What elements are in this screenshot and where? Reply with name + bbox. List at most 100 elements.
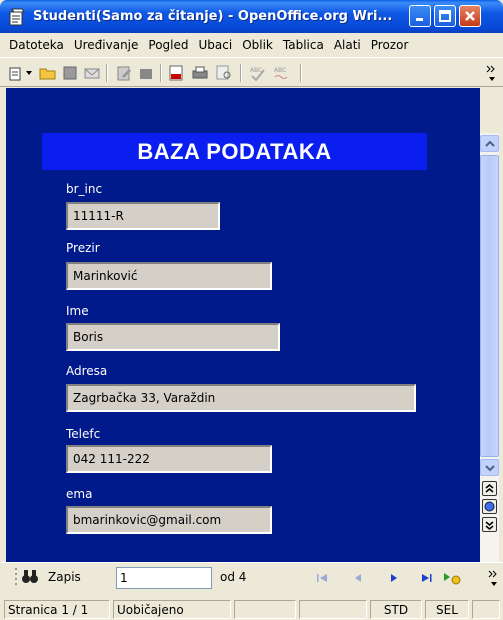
- svg-text:ABC: ABC: [274, 67, 286, 74]
- record-number-input[interactable]: 1: [116, 567, 212, 589]
- form-nav-overflow-button[interactable]: [486, 570, 502, 586]
- standard-toolbar: ABC ABC: [0, 57, 503, 87]
- scroll-down-button[interactable]: [480, 459, 499, 476]
- status-page-style[interactable]: Uobičajeno: [113, 600, 231, 619]
- menu-bar: Datoteka Uređivanje Pogled Ubaci Oblik T…: [0, 33, 503, 57]
- document-page-top: [6, 88, 480, 130]
- field-label-ime: Ime: [66, 304, 89, 318]
- print-button[interactable]: [190, 63, 210, 83]
- status-page[interactable]: Stranica 1 / 1: [4, 600, 110, 619]
- chevron-down-icon: [26, 71, 32, 75]
- record-label: Zapis: [48, 570, 81, 584]
- save-icon: [63, 66, 77, 80]
- maximize-icon: [439, 10, 451, 22]
- scrollbar-thumb[interactable]: [480, 155, 499, 457]
- navigation-circle-icon: [484, 501, 495, 512]
- status-modified[interactable]: [472, 600, 500, 619]
- double-down-arrow-icon: [485, 520, 494, 530]
- new-dropdown-arrow[interactable]: [24, 63, 34, 83]
- grip-icon: [15, 568, 17, 585]
- email-button[interactable]: [82, 63, 102, 83]
- next-record-button[interactable]: [386, 570, 402, 586]
- vertical-scrollbar[interactable]: [480, 133, 499, 588]
- status-bar: Stranica 1 / 1 Uobičajeno STD SEL: [0, 598, 503, 620]
- telefon-field[interactable]: 042 111-222: [66, 445, 272, 473]
- edit-file-button[interactable]: [114, 63, 134, 83]
- new-record-button[interactable]: [442, 570, 462, 586]
- page-preview-icon: [216, 65, 231, 80]
- record-count: od 4: [220, 570, 247, 584]
- menu-uredivanje[interactable]: Uređivanje: [69, 38, 144, 52]
- form-heading: BAZA PODATAKA: [137, 138, 332, 164]
- menu-alati[interactable]: Alati: [329, 38, 366, 52]
- database-button[interactable]: [136, 63, 156, 83]
- binoculars-icon: [22, 570, 38, 583]
- toolbar-separator: [300, 64, 302, 82]
- form-heading-box: BAZA PODATAKA: [42, 133, 427, 170]
- field-label-email: ema: [66, 487, 93, 501]
- overflow-chevron-icon: [488, 570, 497, 586]
- page-preview-button[interactable]: [214, 63, 234, 83]
- find-record-button[interactable]: [20, 566, 40, 586]
- field-label-br-indeksa: br_inc: [66, 182, 103, 196]
- autospellcheck-icon: ABC: [274, 67, 288, 79]
- menu-oblik[interactable]: Oblik: [237, 38, 278, 52]
- first-record-button[interactable]: [314, 570, 330, 586]
- new-document-icon: [9, 67, 21, 81]
- status-selection-type[interactable]: SEL: [425, 600, 469, 619]
- next-record-icon: [391, 574, 397, 582]
- toolbar-separator: [240, 64, 242, 82]
- save-button[interactable]: [60, 63, 80, 83]
- spellcheck-button[interactable]: ABC: [248, 63, 268, 83]
- status-insert-mode[interactable]: [299, 600, 367, 619]
- close-icon: [465, 11, 475, 21]
- navigator-button[interactable]: [482, 499, 497, 514]
- adresa-field[interactable]: Zagrbačka 33, Varaždin: [66, 384, 416, 412]
- previous-page-button[interactable]: [482, 481, 497, 496]
- email-field[interactable]: bmarinkovic@gmail.com: [66, 506, 272, 534]
- menu-pogled[interactable]: Pogled: [143, 38, 193, 52]
- new-document-button[interactable]: [6, 63, 26, 83]
- prezime-field[interactable]: Marinković: [66, 262, 272, 290]
- menu-tablica[interactable]: Tablica: [278, 38, 329, 52]
- status-selection-mode[interactable]: STD: [370, 600, 422, 619]
- field-label-adresa: Adresa: [66, 364, 108, 378]
- toolbar-separator: [160, 64, 162, 82]
- first-record-icon: [317, 574, 327, 582]
- last-record-icon: [422, 574, 432, 582]
- export-pdf-button[interactable]: [166, 63, 186, 83]
- database-icon: [140, 69, 152, 79]
- double-up-arrow-icon: [485, 483, 494, 493]
- toolbar-overflow-button[interactable]: [484, 63, 500, 83]
- open-button[interactable]: [38, 63, 58, 83]
- pdf-icon: [169, 65, 183, 81]
- envelope-icon: [84, 68, 100, 79]
- previous-record-button[interactable]: [350, 570, 366, 586]
- menu-datoteka[interactable]: Datoteka: [4, 38, 69, 52]
- form-navigation-bar: Zapis 1 od 4: [0, 562, 503, 590]
- ime-field[interactable]: Boris: [66, 323, 280, 351]
- chevron-down-icon: [484, 464, 495, 471]
- window-title: Studenti(Samo za čitanje) - OpenOffice.o…: [33, 9, 393, 24]
- status-language[interactable]: [234, 600, 296, 619]
- field-label-prezime: Prezir: [66, 241, 100, 255]
- previous-record-icon: [355, 574, 361, 582]
- scroll-up-button[interactable]: [480, 135, 499, 152]
- overflow-chevron-icon: [486, 65, 495, 81]
- menu-prozor[interactable]: Prozor: [366, 38, 414, 52]
- title-bar[interactable]: Studenti(Samo za čitanje) - OpenOffice.o…: [0, 0, 503, 33]
- autospellcheck-button[interactable]: ABC: [272, 63, 292, 83]
- close-button[interactable]: [459, 5, 481, 27]
- menu-ubaci[interactable]: Ubaci: [194, 38, 238, 52]
- edit-file-icon: [117, 66, 131, 81]
- printer-icon: [192, 66, 208, 79]
- maximize-button[interactable]: [434, 5, 456, 27]
- minimize-button[interactable]: [409, 5, 431, 27]
- writer-app-icon[interactable]: [6, 6, 28, 28]
- br-indeksa-field[interactable]: 11111-R: [66, 202, 220, 230]
- chevron-up-icon: [484, 140, 495, 147]
- next-page-button[interactable]: [482, 517, 497, 532]
- new-record-icon: [444, 573, 461, 585]
- last-record-button[interactable]: [419, 570, 435, 586]
- field-label-telefon: Telefc: [66, 427, 101, 441]
